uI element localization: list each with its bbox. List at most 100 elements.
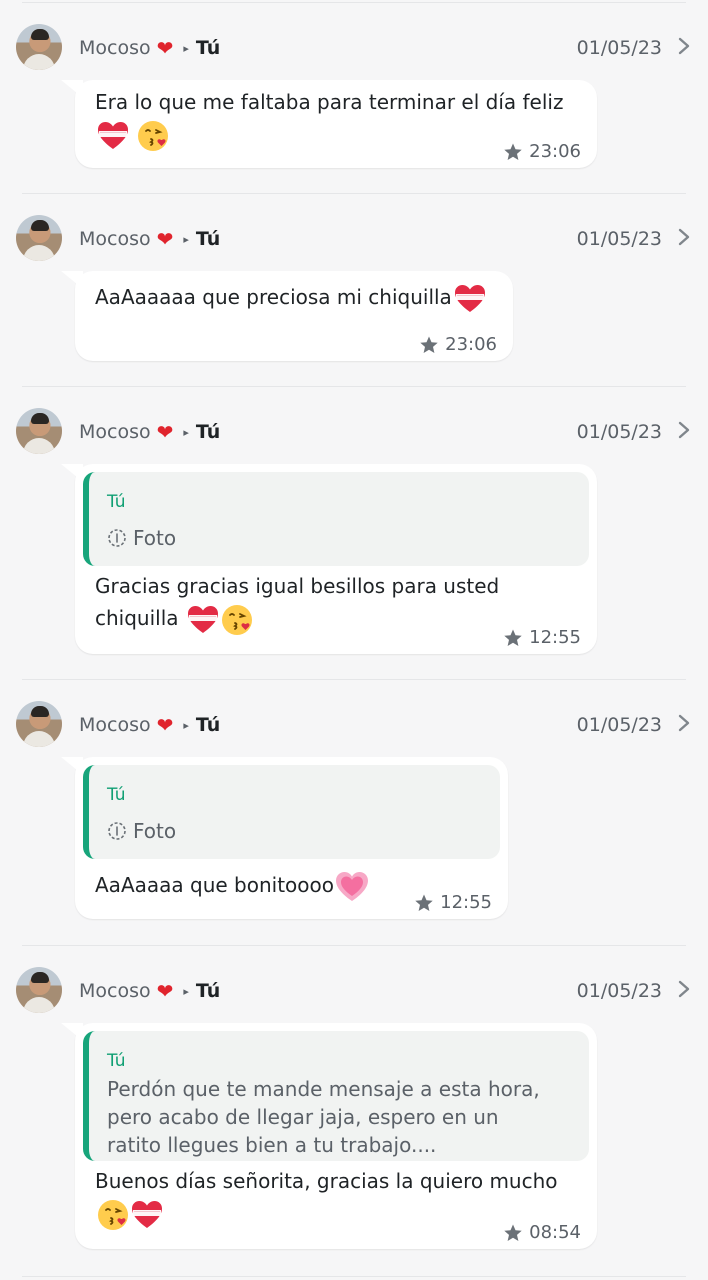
message-text: AaAaaaa que bonitoooo [95, 869, 368, 903]
message-line: chiquilla [95, 602, 499, 636]
recipient-name: Tú [195, 421, 221, 443]
view-once-icon [108, 529, 126, 547]
recipient-name: Tú [195, 228, 221, 250]
kiss-face-icon [97, 1198, 129, 1231]
message-meta: 08:54 [503, 1222, 581, 1243]
heart-ribbon-icon [131, 1200, 163, 1228]
avatar[interactable] [16, 967, 62, 1013]
red-heart-icon: ❤ [156, 979, 174, 1003]
sender-name: Mocoso [79, 37, 151, 59]
recipient-name: Tú [195, 37, 221, 59]
message-line: AaAaaaaa que preciosa mi chiquilla [95, 285, 452, 309]
red-heart-icon: ❤ [156, 227, 174, 251]
kiss-face-icon [220, 603, 253, 636]
divider [22, 386, 686, 387]
quote-line: Perdón que te mande mensaje a esta hora, [107, 1077, 540, 1101]
arrow-right-icon: ▸ [183, 41, 189, 55]
sender-row: Mocoso ❤ ▸ Tú [79, 979, 220, 1003]
recipient-name: Tú [195, 714, 221, 736]
message-text: Gracias gracias igual besillos para uste… [95, 570, 499, 636]
star-icon [420, 336, 438, 353]
sender-row: Mocoso ❤ ▸ Tú [79, 713, 220, 737]
arrow-right-icon: ▸ [183, 984, 189, 998]
red-heart-icon: ❤ [156, 713, 174, 737]
heart-ribbon-icon [454, 284, 486, 312]
quote-body: Foto [107, 524, 176, 552]
message-text: Era lo que me faltaba para terminar el d… [95, 86, 563, 152]
chevron-right-icon[interactable] [678, 980, 690, 998]
divider [22, 193, 686, 194]
divider [22, 2, 686, 3]
quoted-message[interactable]: Tú Foto [83, 765, 500, 859]
message-text: Buenos días señorita, gracias la quiero … [95, 1165, 558, 1231]
heart-ribbon-icon [97, 121, 129, 149]
message-time: 23:06 [445, 334, 497, 355]
message-bubble[interactable]: Tú Foto Gracias gracias igual besillos p… [61, 464, 597, 654]
message-meta: 23:06 [419, 334, 497, 355]
bubble-tail [61, 1023, 83, 1041]
sender-name: Mocoso [79, 980, 151, 1002]
sender-name: Mocoso [79, 714, 151, 736]
message-meta: 12:55 [503, 627, 581, 648]
quote-author: Tú [107, 785, 126, 805]
message-line: Gracias gracias igual besillos para uste… [95, 574, 500, 598]
message-line: Buenos días señorita, gracias la quiero … [95, 1169, 558, 1193]
bubble-tail [61, 757, 83, 775]
kiss-face-icon [137, 119, 170, 152]
message-meta: 12:55 [414, 892, 492, 913]
growing-heart-icon [335, 871, 368, 901]
arrow-right-icon: ▸ [183, 718, 189, 732]
quote-line: pero acabo de llegar jaja, espero en un [107, 1105, 499, 1129]
chevron-right-icon[interactable] [678, 714, 690, 732]
quote-body: Foto [107, 817, 176, 845]
message-bubble[interactable]: Tú Perdón que te mande mensaje a esta ho… [61, 1023, 597, 1249]
message-date: 01/05/23 [576, 228, 662, 250]
red-heart-icon: ❤ [156, 420, 174, 444]
red-heart-icon: ❤ [156, 36, 174, 60]
arrow-right-icon: ▸ [183, 232, 189, 246]
avatar[interactable] [16, 215, 62, 261]
avatar[interactable] [16, 701, 62, 747]
divider [22, 945, 686, 946]
avatar[interactable] [16, 24, 62, 70]
star-icon [504, 629, 522, 646]
chevron-right-icon[interactable] [678, 37, 690, 55]
sender-row: Mocoso ❤ ▸ Tú [79, 420, 220, 444]
quote-text: Foto [133, 526, 177, 550]
sender-name: Mocoso [79, 421, 151, 443]
bubble-tail [61, 80, 83, 98]
message-meta: 23:06 [503, 141, 581, 162]
message-emojis [95, 1197, 558, 1231]
recipient-name: Tú [195, 980, 221, 1002]
quote-text: Foto [133, 819, 177, 843]
star-icon [504, 1224, 522, 1241]
sender-row: Mocoso ❤ ▸ Tú [79, 227, 220, 251]
star-icon [415, 894, 433, 911]
message-time: 12:55 [440, 892, 492, 913]
quoted-message[interactable]: Tú Perdón que te mande mensaje a esta ho… [83, 1031, 589, 1161]
divider [22, 1276, 686, 1277]
quote-line: ratito llegues bien a tu trabajo.... [107, 1133, 437, 1157]
message-time: 12:55 [529, 627, 581, 648]
message-time: 08:54 [529, 1222, 581, 1243]
divider [22, 679, 686, 680]
message-bubble[interactable]: Tú Foto AaAaaaa que bonitoooo 12:55 [61, 757, 508, 919]
message-bubble[interactable]: Era lo que me faltaba para terminar el d… [61, 80, 597, 168]
quote-author: Tú [107, 1051, 126, 1071]
quote-body: Perdón que te mande mensaje a esta hora,… [107, 1075, 540, 1159]
message-bubble[interactable]: AaAaaaaa que preciosa mi chiquilla 23:06 [61, 271, 513, 361]
message-line: AaAaaaa que bonitoooo [95, 873, 334, 897]
message-date: 01/05/23 [576, 980, 662, 1002]
avatar[interactable] [16, 408, 62, 454]
quoted-message[interactable]: Tú Foto [83, 472, 589, 566]
message-text: AaAaaaaa que preciosa mi chiquilla [95, 281, 486, 315]
star-icon [504, 143, 522, 160]
chevron-right-icon[interactable] [678, 421, 690, 439]
chevron-right-icon[interactable] [678, 228, 690, 246]
message-date: 01/05/23 [576, 421, 662, 443]
arrow-right-icon: ▸ [183, 425, 189, 439]
message-date: 01/05/23 [576, 714, 662, 736]
heart-ribbon-icon [187, 605, 219, 633]
message-date: 01/05/23 [576, 37, 662, 59]
message-line: Era lo que me faltaba para terminar el d… [95, 90, 564, 114]
